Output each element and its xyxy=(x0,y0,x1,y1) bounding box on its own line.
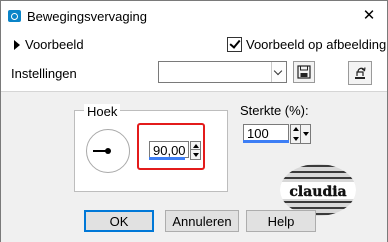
settings-label: Instellingen xyxy=(11,66,77,81)
close-icon[interactable]: ✕ xyxy=(356,6,382,26)
spin-down-icon[interactable] xyxy=(193,153,199,157)
save-preset-icon xyxy=(297,65,311,79)
angle-dial-center xyxy=(105,148,111,154)
strength-input-bar xyxy=(243,140,289,143)
angle-spinner[interactable] xyxy=(190,141,201,160)
svg-text:claudia: claudia xyxy=(289,184,346,200)
help-button[interactable]: Help xyxy=(246,210,316,232)
angle-dial[interactable] xyxy=(86,129,130,173)
preset-dropdown[interactable] xyxy=(158,61,287,83)
reset-icon xyxy=(355,67,366,79)
strength-dropdown-icon[interactable] xyxy=(300,124,311,144)
spin-up-icon[interactable] xyxy=(293,127,299,131)
spin-divider xyxy=(191,149,200,150)
angle-input[interactable]: 90,00 xyxy=(149,141,189,158)
preview-checkbox[interactable] xyxy=(227,37,242,52)
reset-button[interactable] xyxy=(348,61,372,85)
strength-label: Sterkte (%): xyxy=(240,103,309,118)
app-icon xyxy=(8,10,21,22)
angle-input-bar xyxy=(149,157,185,160)
window-title: Bewegingsvervaging xyxy=(27,9,147,24)
preview-checkbox-label[interactable]: Voorbeeld op afbeelding xyxy=(246,37,386,52)
chevron-down-icon[interactable] xyxy=(271,62,286,82)
angle-group-label: Hoek xyxy=(84,104,121,119)
preview-toggle-label[interactable]: Voorbeeld xyxy=(25,37,84,52)
cancel-button[interactable]: Annuleren xyxy=(165,210,239,232)
ok-button[interactable]: OK xyxy=(84,210,154,232)
title-bar: Bewegingsvervaging ✕ xyxy=(1,1,387,31)
spin-up-icon[interactable] xyxy=(193,144,199,148)
spin-down-icon[interactable] xyxy=(293,137,299,141)
save-preset-button[interactable] xyxy=(293,61,315,83)
expand-arrow-icon[interactable] xyxy=(14,40,20,50)
